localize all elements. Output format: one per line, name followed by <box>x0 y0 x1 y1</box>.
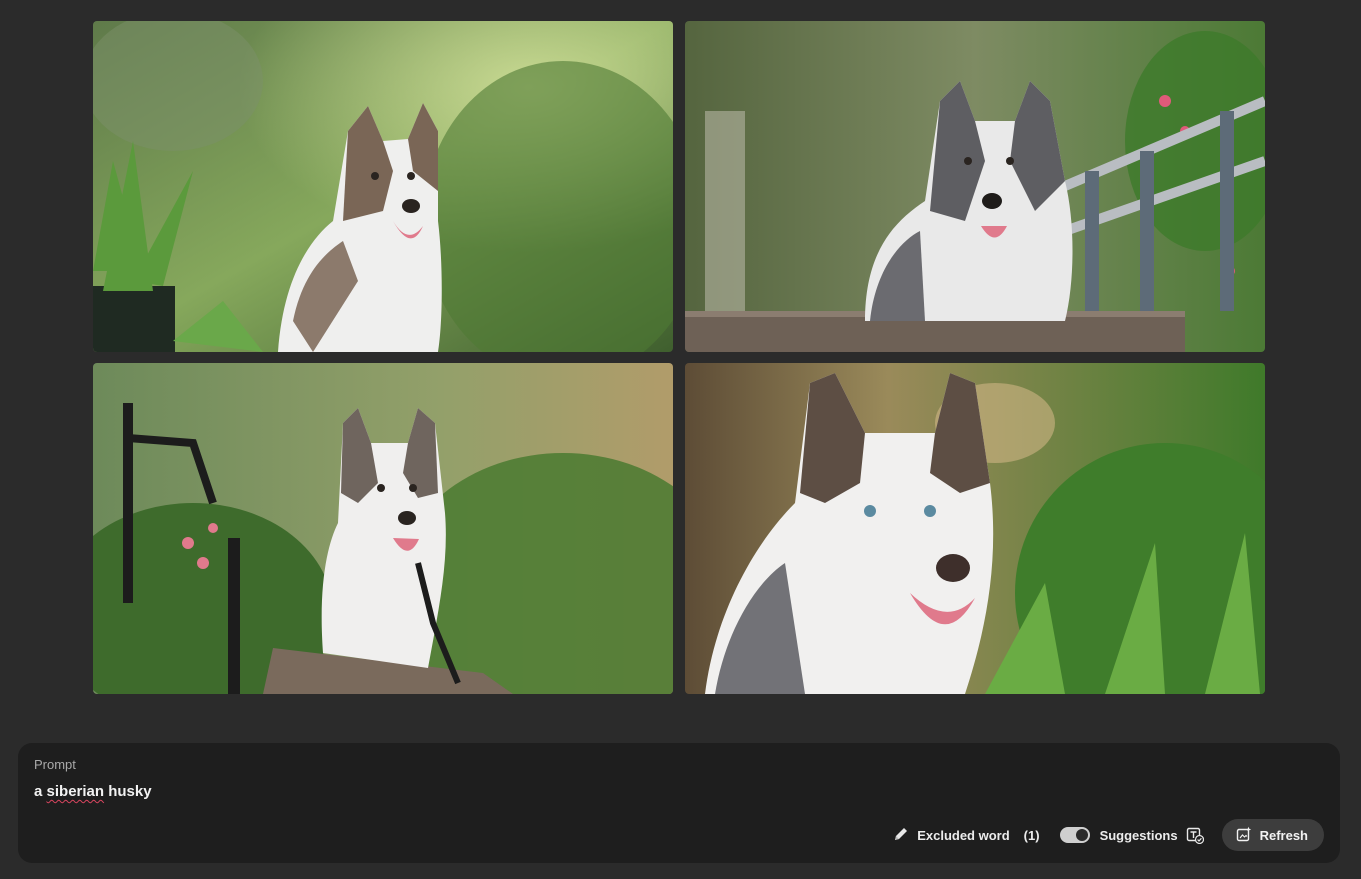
text-check-icon[interactable] <box>1186 826 1204 844</box>
pencil-icon <box>893 826 909 845</box>
generated-image-3[interactable] <box>93 363 673 694</box>
prompt-text-prefix: a <box>34 783 47 800</box>
prompt-panel: Prompt a siberian husky Excluded word (1… <box>18 743 1340 863</box>
suggestions-label: Suggestions <box>1099 827 1178 843</box>
prompt-controls: Excluded word (1) Suggestions Refresh <box>893 819 1324 851</box>
excluded-word-button[interactable]: Excluded word (1) <box>893 826 1040 845</box>
suggestions-toggle[interactable] <box>1059 827 1090 843</box>
generation-page: Prompt a siberian husky Excluded word (1… <box>0 0 1361 879</box>
refresh-image-icon <box>1236 826 1252 845</box>
prompt-text-suffix: husky <box>104 783 152 800</box>
generated-image-4[interactable] <box>685 363 1265 694</box>
refresh-button[interactable]: Refresh <box>1221 819 1324 851</box>
excluded-word-count: (1) <box>1023 827 1040 843</box>
prompt-label: Prompt <box>34 757 76 772</box>
generated-image-2[interactable] <box>685 21 1265 352</box>
image-grid <box>93 21 1265 694</box>
excluded-word-label: Excluded word <box>917 827 1010 843</box>
refresh-label: Refresh <box>1259 827 1308 843</box>
prompt-input[interactable]: a siberian husky <box>34 783 152 800</box>
generated-image-1[interactable] <box>93 21 673 352</box>
prompt-misspelled-word[interactable]: siberian <box>47 783 105 800</box>
